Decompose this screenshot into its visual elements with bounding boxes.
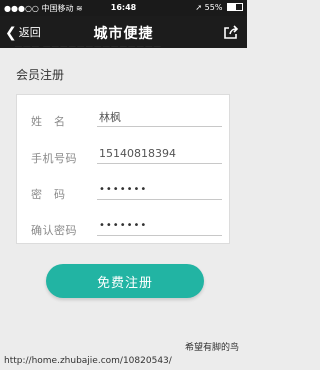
registration-form: 姓 名 手机号码 密 码 确认密码 [16,94,230,244]
location-icon: ➚ [195,3,203,12]
phone-label: 手机号码 [31,152,77,165]
name-label: 姓 名 [31,115,66,128]
page-title: 城市便捷 [93,26,154,42]
password-input[interactable] [97,180,222,200]
name-row: 姓 名 [17,105,231,137]
name-input[interactable] [97,107,222,127]
section-title: 会员注册 [16,68,65,82]
password-label: 密 码 [31,188,66,201]
battery-info: ➚ 55% [195,3,243,12]
phone-row: 手机号码 [17,142,231,174]
navigation-bar: ❮ 返回 城市便捷 [0,16,247,48]
watermark-name: 希望有脚的鸟 [184,343,239,353]
register-button[interactable]: 免费注册 [46,264,204,298]
phone-input[interactable] [97,144,222,164]
share-icon [224,25,239,39]
watermark-url: http://home.zhubajie.com/10820543/ [4,356,172,366]
confirm-password-input[interactable] [97,216,222,236]
battery-icon [227,3,243,11]
battery-percent: 55% [204,3,223,12]
scrolled-text-fragment: ▬▬▬ ▬▬▬▬▬▬▬▬▬▬▬▬▬▬ [14,46,161,52]
password-row: 密 码 [17,178,231,210]
share-button[interactable] [223,24,239,43]
confirm-password-label: 确认密码 [31,224,77,237]
confirm-password-row: 确认密码 [17,214,231,246]
status-bar: ●●●○○ 中国移动 ≋ 16:48 ➚ 55% [0,0,247,16]
